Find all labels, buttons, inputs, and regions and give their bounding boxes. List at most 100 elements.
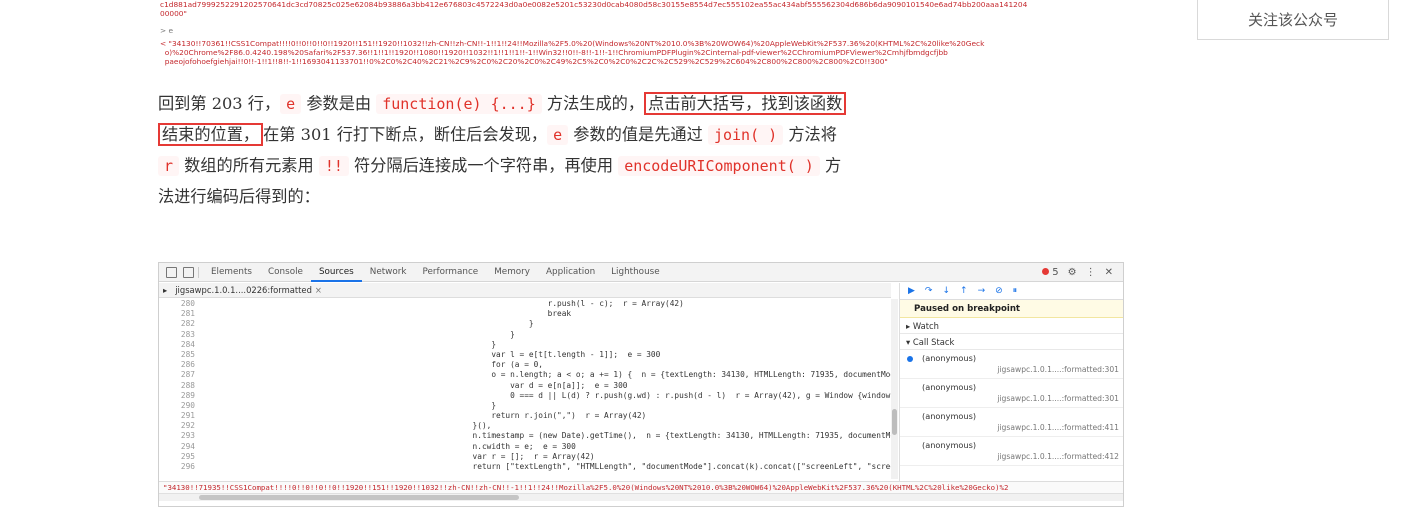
code-text: } [435, 339, 497, 349]
scrollbar-thumb[interactable] [199, 495, 519, 500]
frame-name: (anonymous) [922, 440, 977, 450]
tab-console[interactable]: Console [260, 263, 311, 282]
inspect-element-icon[interactable] [166, 266, 177, 278]
code-line[interactable]: 293 n.timestamp = (new Date).getTime(), … [159, 431, 891, 441]
divider [198, 266, 199, 278]
code-text: } [435, 319, 534, 329]
call-frame[interactable]: (anonymous) jigsawpc.1.0.1....:formatted… [900, 350, 1123, 379]
code-text: var d = e[n[a]]; e = 300 [435, 380, 628, 390]
frame-location[interactable]: jigsawpc.1.0.1....:formatted:301 [997, 394, 1119, 403]
line-number[interactable]: 281 [159, 309, 203, 319]
code-text: for (a = 0, [435, 360, 543, 370]
device-toolbar-icon[interactable] [183, 266, 194, 278]
call-stack-section[interactable]: ▾ Call Stack [900, 334, 1123, 350]
code-line[interactable]: 284 } [159, 340, 891, 350]
console-result-line: o)%20Chrome%2F86.0.4240.198%20Safari%2F5… [160, 48, 948, 57]
frame-name: (anonymous) [922, 382, 977, 392]
gear-icon[interactable]: ⚙ [1068, 267, 1077, 278]
hover-value-tooltip: "34130!!71935!!CSS1Compat!!!!0!!0!!0!!0!… [159, 481, 1123, 493]
line-number[interactable]: 288 [159, 381, 203, 391]
line-number[interactable]: 285 [159, 350, 203, 360]
tab-memory[interactable]: Memory [486, 263, 538, 282]
code-text: break [435, 309, 572, 319]
frame-name: (anonymous) [922, 353, 977, 363]
tab-sources[interactable]: Sources [310, 263, 362, 282]
console-hash-line-2: 00000" [160, 9, 187, 18]
code-view[interactable]: 280 r.push(l - c); r = Array(42) 281 brea… [159, 299, 891, 485]
call-frame[interactable]: (anonymous) jigsawpc.1.0.1....:formatted… [900, 408, 1123, 437]
code-line[interactable]: 281 break [159, 309, 891, 319]
code-line[interactable]: 296 return ["textLength", "HTMLLength", … [159, 462, 891, 472]
code-line[interactable]: 295 var r = []; r = Array(42) [159, 452, 891, 462]
resume-icon[interactable]: ▶ [908, 286, 915, 296]
code-line[interactable]: 290 } [159, 401, 891, 411]
toggle-navigator-icon[interactable]: ▸ [163, 285, 167, 295]
highlight-box: 结束的位置， [158, 123, 264, 146]
more-options-icon[interactable]: ⋮ [1086, 267, 1096, 278]
frame-name: (anonymous) [922, 411, 977, 421]
line-number[interactable]: 296 [159, 462, 203, 472]
close-icon[interactable]: ✕ [1105, 267, 1113, 278]
code-line[interactable]: 283 } [159, 330, 891, 340]
line-number[interactable]: 280 [159, 299, 203, 309]
step-into-icon[interactable]: ↓ [942, 286, 950, 296]
line-number[interactable]: 286 [159, 360, 203, 370]
line-number[interactable]: 289 [159, 391, 203, 401]
code-line[interactable]: 286 for (a = 0, [159, 360, 891, 370]
follow-account-button[interactable]: 关注该公众号 [1197, 0, 1389, 40]
code-line[interactable]: 294 n.cwidth = e; e = 300 [159, 442, 891, 452]
horizontal-scrollbar[interactable] [159, 493, 1123, 501]
article-line: 回到第 203 行， e 参数是由 function(e) {...} 方法生成的… [158, 88, 1116, 119]
frame-location[interactable]: jigsawpc.1.0.1....:formatted:301 [997, 365, 1119, 374]
frame-location[interactable]: jigsawpc.1.0.1....:formatted:411 [997, 423, 1119, 432]
line-number[interactable]: 293 [159, 431, 203, 441]
tab-performance[interactable]: Performance [414, 263, 486, 282]
code-line[interactable]: 282 } [159, 319, 891, 329]
tab-application[interactable]: Application [538, 263, 603, 282]
code-line[interactable]: 288 var d = e[n[a]]; e = 300 [159, 381, 891, 391]
line-number[interactable]: 294 [159, 442, 203, 452]
error-counter[interactable]: 5 [1042, 267, 1059, 278]
code-line[interactable]: 289 0 === d || L(d) ? r.push(g.wd) : r.p… [159, 391, 891, 401]
code-text: }(), [435, 421, 492, 431]
tab-elements[interactable]: Elements [203, 263, 260, 282]
deactivate-breakpoints-icon[interactable]: ⊘ [995, 286, 1003, 296]
tab-lighthouse[interactable]: Lighthouse [603, 263, 667, 282]
close-file-icon[interactable]: × [315, 285, 322, 295]
call-frame[interactable]: (anonymous) jigsawpc.1.0.1....:formatted… [900, 379, 1123, 408]
tab-network[interactable]: Network [362, 263, 415, 282]
line-number[interactable]: 283 [159, 330, 203, 340]
line-number[interactable]: 287 [159, 370, 203, 380]
step-over-icon[interactable]: ↷ [925, 286, 933, 296]
article-text: 方法生成的， [541, 94, 645, 113]
code-line[interactable]: 285 var l = e[t[t.length - 1]]; e = 300 [159, 350, 891, 360]
code-line[interactable]: 287 o = n.length; a < o; a += 1) { n = {… [159, 370, 891, 380]
article-text: 回到第 203 行， [158, 94, 281, 113]
line-number[interactable]: 290 [159, 401, 203, 411]
code-scrollbar[interactable] [891, 299, 898, 479]
file-tab[interactable]: jigsawpc.1.0.1....0226:formatted [175, 285, 312, 295]
line-number[interactable]: 291 [159, 411, 203, 421]
frame-location[interactable]: jigsawpc.1.0.1....:formatted:412 [997, 452, 1119, 461]
watch-section[interactable]: ▸ Watch [900, 318, 1123, 334]
line-number[interactable]: 284 [159, 340, 203, 350]
code-line[interactable]: 292 }(), [159, 421, 891, 431]
line-number[interactable]: 292 [159, 421, 203, 431]
console-output-fragment: c1d881ad7999252291202570641dc3cd70825c02… [160, 0, 1120, 66]
code-text: 0 === d || L(d) ? r.push(g.wd) : r.push(… [510, 390, 891, 400]
code-line[interactable]: 291 return r.join(",") r = Array(42) [159, 411, 891, 421]
step-out-icon[interactable]: ↑ [960, 286, 968, 296]
error-count: 5 [1052, 266, 1059, 278]
line-number[interactable]: 282 [159, 319, 203, 329]
scrollbar-thumb[interactable] [892, 409, 897, 435]
step-icon[interactable]: → [978, 286, 986, 296]
code-text: return ["textLength", "HTMLLength", "doc… [472, 462, 891, 471]
article-line: 法进行编码后得到的： [158, 181, 1116, 212]
code-text: var l = e[t[t.length - 1]]; e = 300 [435, 349, 661, 359]
pause-on-exceptions-icon[interactable]: ⏸ [1013, 286, 1018, 296]
paused-banner: Paused on breakpoint [900, 300, 1123, 318]
article-text: 在第 301 行打下断点，断住后会发现， [263, 125, 548, 144]
call-frame[interactable]: (anonymous) jigsawpc.1.0.1....:formatted… [900, 437, 1123, 466]
code-line[interactable]: 280 r.push(l - c); r = Array(42) [159, 299, 891, 309]
line-number[interactable]: 295 [159, 452, 203, 462]
